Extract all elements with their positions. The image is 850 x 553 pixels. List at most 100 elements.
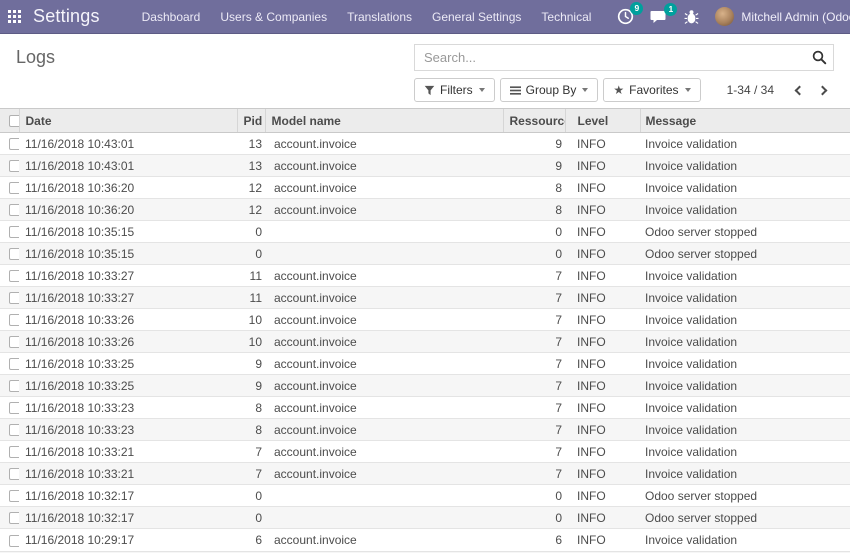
cell-date: 11/16/2018 10:43:01 [19,133,237,155]
table-row[interactable]: 11/16/2018 10:36:20 12 account.invoice 8… [0,199,850,221]
row-checkbox[interactable] [9,182,19,194]
row-checkbox[interactable] [9,490,19,502]
table-row[interactable]: 11/16/2018 10:33:27 11 account.invoice 7… [0,287,850,309]
row-checkbox[interactable] [9,336,19,348]
filters-button[interactable]: Filters [414,78,495,102]
cell-message: Invoice validation [640,375,850,397]
table-row[interactable]: 11/16/2018 10:36:20 12 account.invoice 8… [0,177,850,199]
cell-model-name [265,507,503,529]
table-row[interactable]: 11/16/2018 10:35:15 0 0 INFO Odoo server… [0,243,850,265]
row-checkbox[interactable] [9,270,19,282]
row-select-cell [0,221,19,243]
pager-previous-button[interactable] [788,83,811,98]
row-select-cell [0,463,19,485]
column-header-level[interactable]: Level [565,109,640,133]
table-row[interactable]: 11/16/2018 10:33:27 11 account.invoice 7… [0,265,850,287]
cell-level: INFO [565,221,640,243]
row-select-cell [0,287,19,309]
app-name[interactable]: Settings [33,6,100,27]
row-checkbox[interactable] [9,292,19,304]
row-checkbox[interactable] [9,535,19,547]
row-checkbox[interactable] [9,160,19,172]
searchbox [414,44,834,71]
cell-ressource-id: 7 [503,397,565,419]
row-select-cell [0,133,19,155]
table-row[interactable]: 11/16/2018 10:33:26 10 account.invoice 7… [0,309,850,331]
page-title: Logs [16,44,55,102]
search-icon[interactable] [812,50,827,70]
row-checkbox[interactable] [9,402,19,414]
cell-ressource-id: 7 [503,331,565,353]
cell-date: 11/16/2018 10:33:21 [19,441,237,463]
table-row[interactable]: 11/16/2018 10:33:26 10 account.invoice 7… [0,331,850,353]
row-checkbox[interactable] [9,204,19,216]
table-row[interactable]: 11/16/2018 10:33:21 7 account.invoice 7 … [0,463,850,485]
row-checkbox[interactable] [9,314,19,326]
table-row[interactable]: 11/16/2018 10:43:01 13 account.invoice 9… [0,155,850,177]
chevron-down-icon [685,88,691,92]
column-header-ressource-id[interactable]: Ressource id [503,109,565,133]
cell-model-name: account.invoice [265,155,503,177]
favorites-button[interactable]: ★ Favorites [603,78,700,102]
table-row[interactable]: 11/16/2018 10:32:17 0 0 INFO Odoo server… [0,485,850,507]
bug-icon [684,9,699,25]
column-header-model[interactable]: Model name [265,109,503,133]
navbar-menu-item[interactable]: General Settings [422,0,531,34]
row-select-cell [0,309,19,331]
search-input[interactable] [414,44,834,71]
column-header-pid[interactable]: Pid [237,109,265,133]
cell-model-name: account.invoice [265,177,503,199]
cell-model-name: account.invoice [265,419,503,441]
row-checkbox[interactable] [9,512,19,524]
row-checkbox[interactable] [9,380,19,392]
cell-pid: 0 [237,507,265,529]
table-row[interactable]: 11/16/2018 10:43:01 13 account.invoice 9… [0,133,850,155]
row-select-cell [0,529,19,551]
apps-menu-button[interactable] [8,4,21,30]
group-by-button[interactable]: Group By [500,78,599,102]
table-row[interactable]: 11/16/2018 10:33:25 9 account.invoice 7 … [0,353,850,375]
pager-next-button[interactable] [811,83,834,98]
table-row[interactable]: 11/16/2018 10:35:15 0 0 INFO Odoo server… [0,221,850,243]
cell-message: Odoo server stopped [640,243,850,265]
cell-pid: 0 [237,485,265,507]
cell-model-name: account.invoice [265,199,503,221]
column-header-date[interactable]: Date [19,109,237,133]
cell-message: Odoo server stopped [640,507,850,529]
table-row[interactable]: 11/16/2018 10:33:21 7 account.invoice 7 … [0,441,850,463]
navbar-systray: 9 1 Mitchell Admin (Odoo_12) [601,7,850,26]
messages-button[interactable]: 1 [650,9,668,25]
navbar-menu-item[interactable]: Dashboard [132,0,211,34]
row-checkbox[interactable] [9,446,19,458]
column-header-message[interactable]: Message [640,109,850,133]
table-row[interactable]: 11/16/2018 10:32:17 0 0 INFO Odoo server… [0,507,850,529]
cell-pid: 11 [237,287,265,309]
table-row[interactable]: 11/16/2018 10:33:25 9 account.invoice 7 … [0,375,850,397]
cell-date: 11/16/2018 10:33:27 [19,287,237,309]
table-row[interactable]: 11/16/2018 10:33:23 8 account.invoice 7 … [0,419,850,441]
select-all-checkbox[interactable] [9,115,19,127]
cell-message: Invoice validation [640,463,850,485]
navbar-menu-item[interactable]: Technical [531,0,601,34]
row-select-cell [0,419,19,441]
navbar-menu-item[interactable]: Translations [337,0,422,34]
cell-ressource-id: 7 [503,353,565,375]
table-row[interactable]: 11/16/2018 10:29:17 6 account.invoice 6 … [0,529,850,551]
row-checkbox[interactable] [9,138,19,150]
cell-date: 11/16/2018 10:33:25 [19,375,237,397]
cell-model-name: account.invoice [265,353,503,375]
row-checkbox[interactable] [9,248,19,260]
row-checkbox[interactable] [9,358,19,370]
table-row[interactable]: 11/16/2018 10:33:23 8 account.invoice 7 … [0,397,850,419]
row-checkbox[interactable] [9,226,19,238]
cell-model-name: account.invoice [265,529,503,551]
cell-date: 11/16/2018 10:32:17 [19,485,237,507]
row-select-cell [0,331,19,353]
debug-button[interactable] [684,9,699,25]
row-checkbox[interactable] [9,468,19,480]
cell-level: INFO [565,287,640,309]
navbar-menu-item[interactable]: Users & Companies [210,0,337,34]
row-checkbox[interactable] [9,424,19,436]
activities-button[interactable]: 9 [617,8,634,25]
user-menu-button[interactable]: Mitchell Admin (Odoo_12) [715,7,850,26]
